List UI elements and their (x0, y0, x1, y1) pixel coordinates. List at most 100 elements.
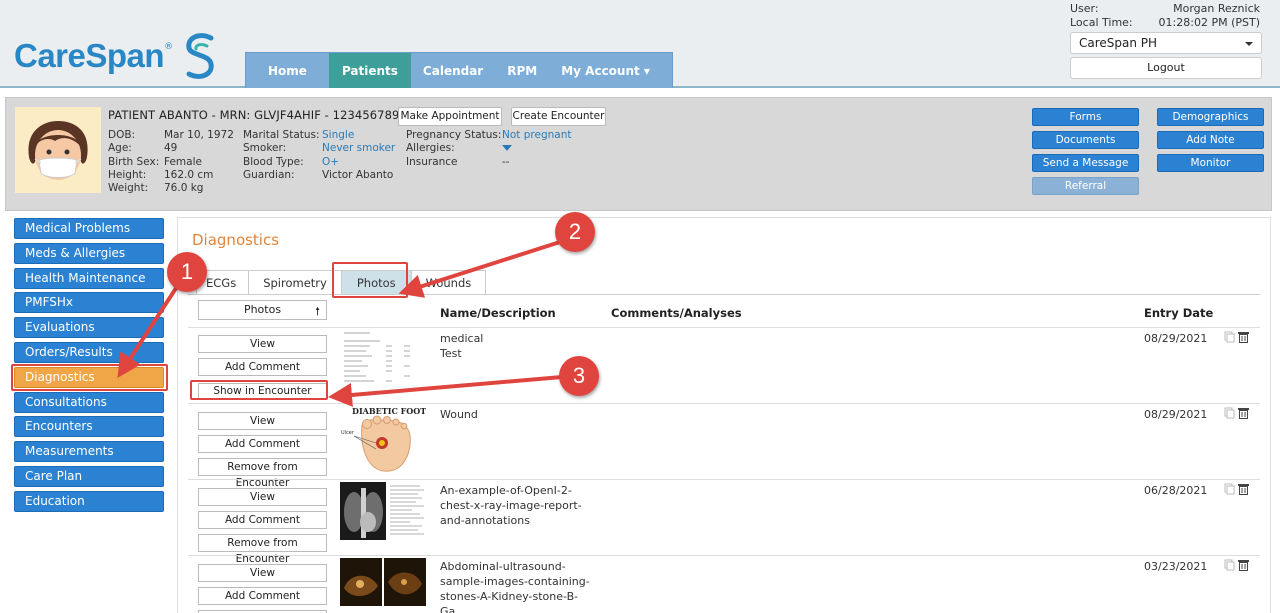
trash-icon[interactable] (1238, 483, 1249, 495)
brand-registered: ® (164, 42, 174, 52)
carespan-logo[interactable]: CareSpan ® (14, 30, 219, 82)
send-message-button[interactable]: Send a Message (1032, 154, 1139, 172)
referral-button[interactable]: Referral (1032, 177, 1139, 195)
sidebar-item-evaluations[interactable]: Evaluations (14, 317, 164, 339)
document-thumbnail-icon (340, 329, 426, 387)
annotation-highlight-diagnostics (11, 364, 168, 391)
sidebar-item-pmfshx[interactable]: PMFSHx (14, 292, 164, 314)
sidebar-item-measurements[interactable]: Measurements (14, 441, 164, 463)
remove-from-encounter-button[interactable]: Remove from Encounter (198, 458, 327, 489)
photo-name-line: Abdominal-ultrasound- (440, 560, 566, 573)
row-actions (1224, 483, 1254, 497)
copy-icon[interactable] (1224, 407, 1235, 419)
patient-avatar (15, 107, 101, 193)
nav-home[interactable]: Home (246, 53, 329, 88)
user-name: Morgan Reznick (1173, 2, 1260, 15)
annotation-badge-1: 1 (167, 252, 207, 292)
view-button[interactable]: View (198, 412, 327, 430)
view-button[interactable]: View (198, 564, 327, 582)
sidebar-item-orders-results[interactable]: Orders/Results (14, 341, 164, 363)
tab-wounds[interactable]: Wounds (410, 270, 487, 295)
sidebar-item-medical-problems[interactable]: Medical Problems (14, 218, 164, 239)
monitor-button[interactable]: Monitor (1157, 154, 1264, 172)
add-comment-button[interactable]: Add Comment (198, 511, 327, 529)
smoker-label: Smoker: (243, 142, 287, 155)
carespan-s-icon (186, 33, 214, 79)
forms-button[interactable]: Forms (1032, 108, 1139, 126)
add-comment-button[interactable]: Add Comment (198, 587, 327, 605)
photos-filter-select[interactable]: Photos 🠕 (198, 300, 327, 320)
trash-icon[interactable] (1238, 407, 1249, 419)
documents-button[interactable]: Documents (1032, 131, 1139, 149)
create-encounter-button[interactable]: Create Encounter (511, 107, 606, 126)
sidebar-item-education[interactable]: Education (14, 490, 164, 512)
nav-calendar[interactable]: Calendar (411, 53, 495, 88)
photos-filter-value: Photos (243, 303, 282, 316)
nav-my-account[interactable]: My Account ▾ (549, 53, 672, 88)
row-actions (1224, 331, 1254, 345)
ultrasound-thumbnail-icon (340, 558, 426, 608)
view-button[interactable]: View (198, 488, 327, 506)
sort-arrow-icon: 🠕 (315, 305, 320, 318)
caret-down-icon (502, 145, 512, 152)
blood-type-value[interactable]: O+ (322, 156, 339, 169)
patient-demographics-col1: DOB: Mar 10, 1972 Age: 49 Birth Sex: Female… (108, 129, 234, 195)
add-comment-button[interactable]: Add Comment (198, 435, 327, 453)
column-header-name[interactable]: Name/Description (440, 306, 556, 320)
photo-name: Wound (440, 407, 590, 422)
page-title: Diagnostics (192, 231, 280, 249)
height-value: 162.0 cm (164, 168, 214, 181)
sidebar-item-care-plan[interactable]: Care Plan (14, 465, 164, 487)
photo-name-line: sample-images-containing- (440, 575, 590, 588)
age-label: Age: (108, 142, 132, 155)
smoker-value[interactable]: Never smoker (322, 142, 395, 155)
photo-thumbnail[interactable] (340, 558, 426, 608)
sidebar-item-meds-allergies[interactable]: Meds & Allergies (14, 242, 164, 264)
diabetic-foot-thumbnail-label: Ulcer (341, 430, 354, 436)
tab-spirometry[interactable]: Spirometry (248, 270, 342, 295)
dob-value: Mar 10, 1972 (164, 129, 234, 141)
demographics-button[interactable]: Demographics (1157, 108, 1264, 126)
nav-patients[interactable]: Patients (328, 53, 411, 88)
copy-icon[interactable] (1224, 331, 1235, 343)
trash-icon[interactable] (1238, 559, 1249, 571)
column-header-date[interactable]: Entry Date (1144, 306, 1213, 320)
marital-status-value[interactable]: Single (322, 129, 354, 142)
sidebar-item-encounters[interactable]: Encounters (14, 416, 164, 438)
guardian-value: Victor Abanto (322, 168, 394, 181)
photo-thumbnail[interactable] (340, 329, 426, 387)
copy-icon[interactable] (1224, 483, 1235, 495)
photo-name-line: stones-A-Kidney-stone-B- (440, 590, 579, 603)
photo-name-line: medical (440, 332, 484, 345)
entry-date: 08/29/2021 (1144, 332, 1208, 345)
photo-thumbnail[interactable]: DIABETIC FOOT Ulcer (340, 405, 426, 475)
pregnancy-status-value[interactable]: Not pregnant (502, 129, 571, 142)
patient-summary-bar: PATIENT ABANTO - MRN: GLVJF4AHIF - 12345… (5, 97, 1272, 211)
add-comment-button[interactable]: Add Comment (198, 358, 327, 376)
column-header-comments[interactable]: Comments/Analyses (611, 306, 742, 320)
patient-demographics-col3: Pregnancy Status: Not pregnant Allergies:… (406, 129, 571, 169)
nav-rpm[interactable]: RPM (495, 53, 549, 88)
brand-name: CareSpan (14, 37, 165, 74)
sidebar-item-consultations[interactable]: Consultations (14, 391, 164, 413)
make-appointment-button[interactable]: Make Appointment (398, 107, 502, 126)
row-actions (1224, 407, 1254, 421)
photo-name-line: chest-x-ray-image-report- (440, 499, 582, 512)
row-divider (188, 327, 1260, 328)
patient-avatar-icon (15, 107, 101, 193)
guardian-label: Guardian: (243, 168, 295, 181)
photo-thumbnail[interactable] (340, 482, 426, 542)
allergies-toggle[interactable] (502, 142, 512, 155)
logout-button[interactable]: Logout (1070, 57, 1262, 79)
blood-type-label: Blood Type: (243, 155, 304, 168)
copy-icon[interactable] (1224, 559, 1235, 571)
user-label: User: (1070, 2, 1099, 15)
add-note-button[interactable]: Add Note (1157, 131, 1264, 149)
organization-select[interactable]: CareSpan PH (1070, 32, 1262, 54)
insurance-label: Insurance (406, 155, 458, 168)
view-button[interactable]: View (198, 335, 327, 353)
main-nav: Home Patients Calendar RPM My Account ▾ (245, 52, 673, 88)
sidebar-item-health-maintenance[interactable]: Health Maintenance (14, 267, 164, 289)
remove-from-encounter-button[interactable]: Remove from Encounter (198, 534, 327, 565)
trash-icon[interactable] (1238, 331, 1249, 343)
